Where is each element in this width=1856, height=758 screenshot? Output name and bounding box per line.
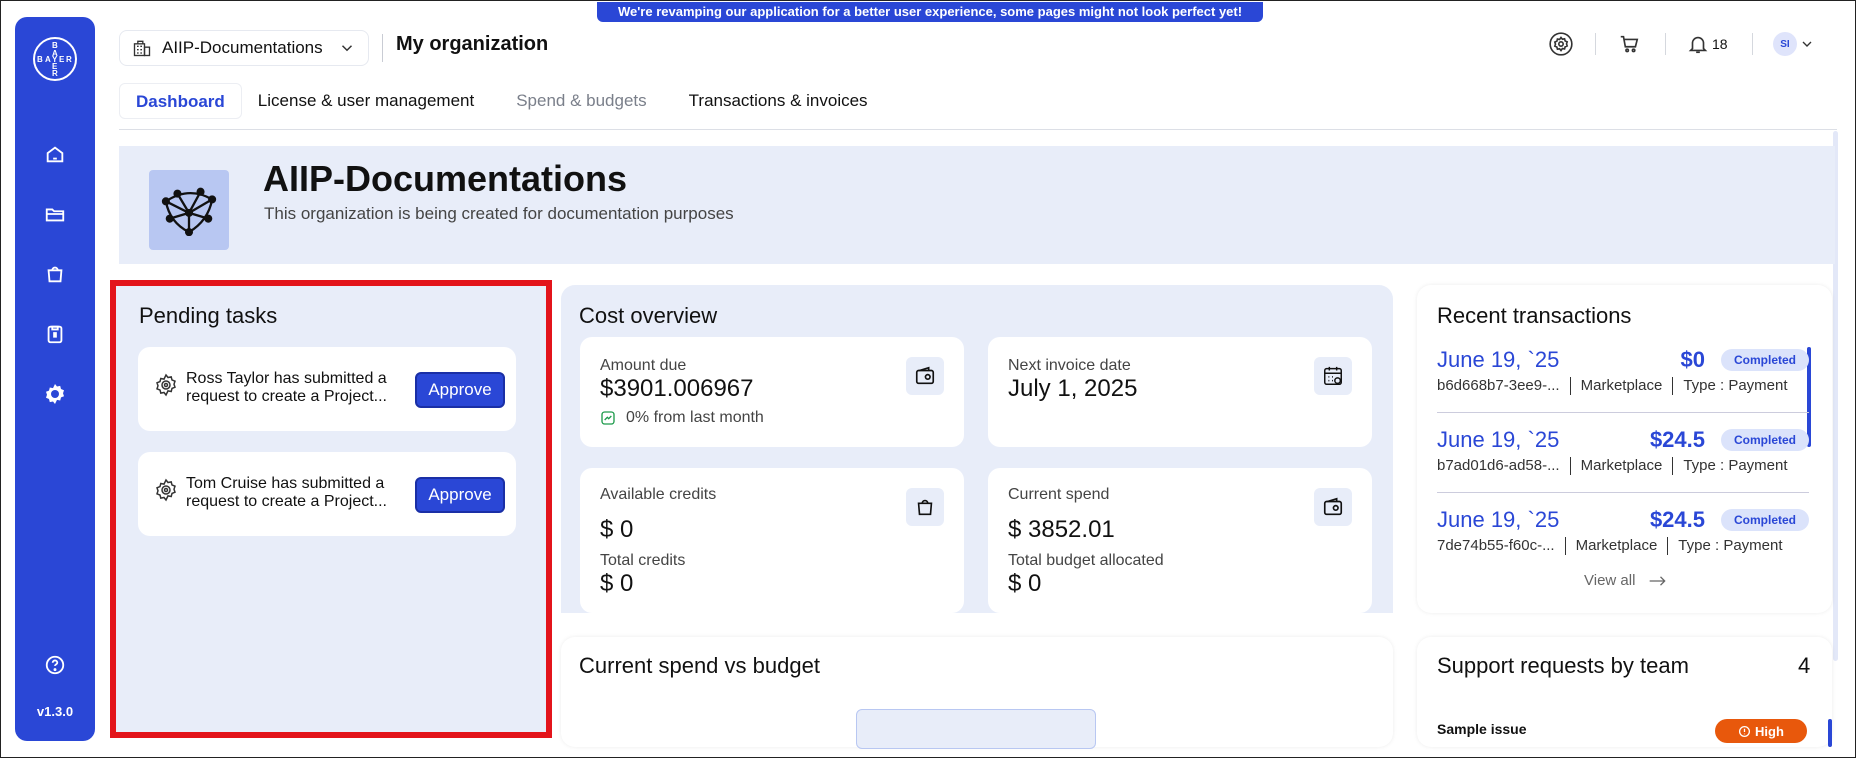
recent-transactions-title: Recent transactions	[1437, 303, 1632, 328]
transaction-date: June 19, `25	[1437, 347, 1560, 372]
amount-due-label: Amount due	[600, 357, 687, 374]
transaction-amount: $0	[1680, 347, 1705, 372]
row-divider	[1437, 492, 1809, 493]
available-credits-label: Available credits	[600, 486, 717, 503]
support-requests-title: Support requests by team	[1437, 653, 1689, 678]
folder-icon[interactable]	[41, 200, 69, 228]
available-credits-value: $ 0	[600, 516, 634, 543]
priority-badge: High	[1715, 719, 1807, 743]
bayer-logo[interactable]: B A B A Y E R E R	[33, 37, 77, 81]
bag-icon	[906, 488, 944, 526]
org-settings-icon[interactable]	[1548, 31, 1574, 57]
available-credits-card: Available credits $ 0 Total credits $ 0	[580, 468, 964, 613]
support-issue-title[interactable]: Sample issue	[1437, 721, 1527, 737]
bag-icon[interactable]	[41, 260, 69, 288]
row-divider	[1437, 412, 1809, 413]
notifications-button[interactable]: 18	[1687, 31, 1728, 57]
tab-dashboard[interactable]: Dashboard	[119, 83, 242, 119]
arrow-right-icon	[1649, 576, 1666, 586]
next-invoice-label: Next invoice date	[1008, 357, 1131, 374]
org-selector-label: AIIP-Documentations	[162, 38, 323, 57]
user-menu[interactable]: SI	[1773, 31, 1815, 57]
status-badge: Completed	[1721, 429, 1809, 451]
amount-due-card: Amount due $3901.006967 0% from last mon…	[580, 337, 964, 447]
total-credits-value: $ 0	[600, 570, 634, 597]
header-separator	[1752, 33, 1753, 55]
transaction-row[interactable]: June 19, `25 $0 Completed b6d668b7-3ee9-…	[1437, 347, 1809, 397]
current-spend-label: Current spend	[1008, 486, 1110, 503]
current-spend-card: Current spend $ 3852.01 Total budget all…	[988, 468, 1372, 613]
org-subtitle: This organization is being created for d…	[264, 204, 734, 223]
transaction-date: June 19, `25	[1437, 507, 1560, 532]
settings-icon[interactable]	[41, 380, 69, 408]
total-budget-label: Total budget allocated	[1008, 552, 1164, 569]
org-title: AIIP-Documentations	[263, 158, 628, 199]
alert-icon	[1739, 725, 1751, 737]
building-icon	[133, 40, 151, 57]
transaction-meta: 7de74b55-f60c-... Marketplace Type : Payme…	[1437, 537, 1783, 556]
status-badge: Completed	[1721, 509, 1809, 531]
spend-chart-placeholder	[856, 709, 1096, 749]
transaction-meta: b7ad01d6-ad58-... Marketplace Type : Payme…	[1437, 457, 1788, 476]
app-version: v1.3.0	[36, 704, 74, 719]
transaction-amount: $24.5	[1649, 427, 1705, 452]
status-badge: Completed	[1721, 349, 1809, 371]
view-all-link[interactable]: View all	[1584, 572, 1668, 589]
highlight-outline	[110, 280, 552, 738]
org-selector[interactable]: AIIP-Documentations	[119, 30, 369, 66]
support-requests-count: 4	[1798, 653, 1811, 678]
cost-overview-title: Cost overview	[579, 303, 718, 328]
total-credits-label: Total credits	[600, 552, 686, 569]
transaction-meta: b6d668b7-3ee9-... Marketplace Type : Payme…	[1437, 377, 1788, 396]
tab-transactions-invoices[interactable]: Transactions & invoices	[673, 83, 884, 119]
amount-due-change: 0% from last month	[600, 409, 764, 427]
clipboard-icon[interactable]	[41, 320, 69, 348]
network-icon	[149, 170, 229, 250]
next-invoice-card: Next invoice date July 1, 2025	[988, 337, 1372, 447]
home-icon[interactable]	[41, 140, 69, 168]
header-divider	[382, 34, 383, 62]
header-separator	[1595, 33, 1596, 55]
wallet-icon	[906, 357, 944, 395]
scrollbar[interactable]	[1828, 719, 1832, 747]
bell-icon	[1688, 36, 1708, 54]
transaction-amount: $24.5	[1649, 507, 1705, 532]
cart-icon[interactable]	[1618, 31, 1640, 57]
calendar-icon	[1314, 357, 1352, 395]
tab-bar: Dashboard License & user management Spen…	[119, 83, 884, 119]
help-icon[interactable]	[41, 651, 69, 679]
transaction-date: June 19, `25	[1437, 427, 1560, 452]
sidebar: B A B A Y E R E R v1.3.0	[15, 17, 95, 741]
page-title: My organization	[396, 33, 549, 55]
transaction-row[interactable]: June 19, `25 $24.5 Completed b7ad01d6-ad…	[1437, 427, 1809, 477]
tab-license-user-management[interactable]: License & user management	[242, 83, 490, 119]
trend-icon	[601, 411, 615, 425]
transaction-row[interactable]: June 19, `25 $24.5 Completed 7de74b55-f6…	[1437, 507, 1809, 557]
current-spend-value: $ 3852.01	[1008, 516, 1115, 543]
revamp-banner: We're revamping our application for a be…	[597, 2, 1263, 22]
header-separator	[1665, 33, 1666, 55]
avatar: SI	[1773, 32, 1797, 56]
spend-vs-budget-title: Current spend vs budget	[579, 653, 820, 678]
chevron-down-icon	[1802, 41, 1812, 47]
wallet-icon	[1314, 488, 1352, 526]
tab-spend-budgets[interactable]: Spend & budgets	[490, 83, 672, 119]
chevron-down-icon	[341, 45, 353, 52]
total-budget-value: $ 0	[1008, 570, 1042, 597]
notifications-count: 18	[1712, 36, 1728, 52]
next-invoice-value: July 1, 2025	[1008, 375, 1138, 402]
amount-due-value: $3901.006967	[600, 375, 754, 402]
